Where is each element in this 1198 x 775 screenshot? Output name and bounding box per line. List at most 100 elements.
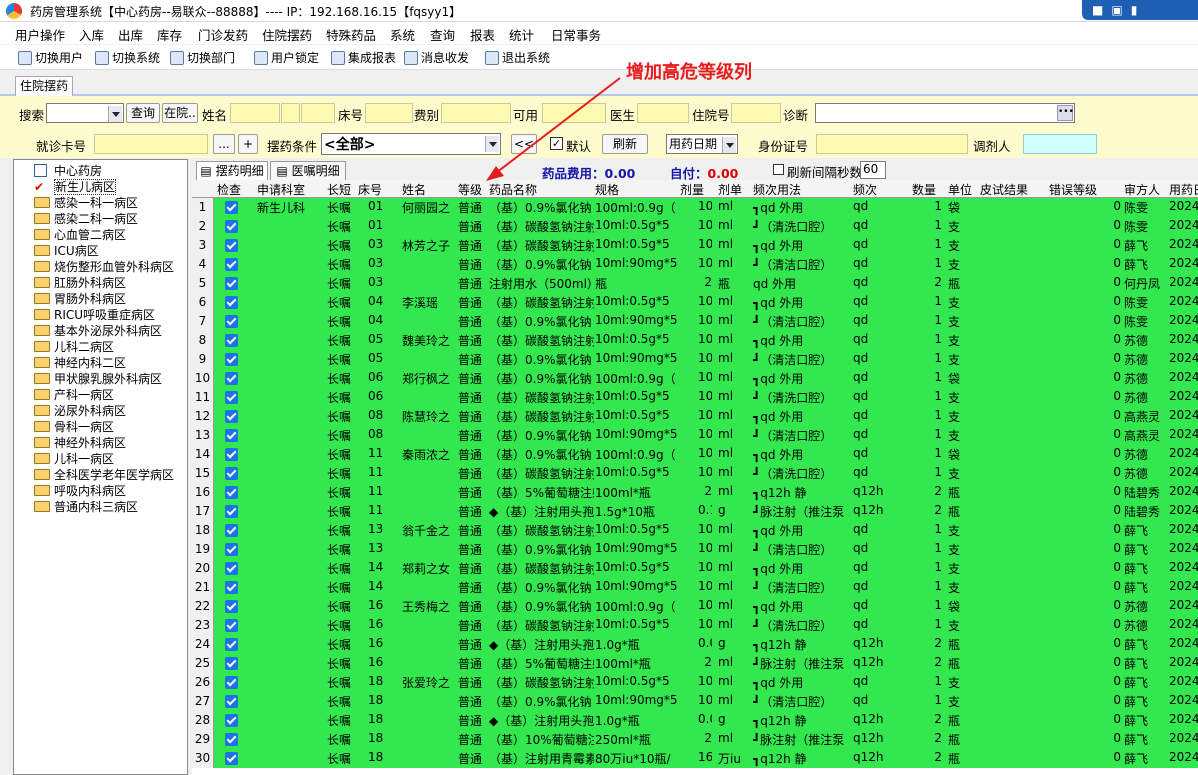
row-checkbox[interactable] bbox=[225, 239, 238, 252]
name-input[interactable] bbox=[230, 103, 280, 123]
row-checkbox[interactable] bbox=[225, 220, 238, 233]
refresh-interval-input[interactable]: 60 bbox=[860, 161, 886, 179]
ellipsis-button[interactable]: ... bbox=[213, 134, 235, 154]
table-row[interactable]: 26 长嘱 18 张爱玲之 普通 （基）碳酸氢钠注射 10ml:0.5g*5 10 ml ┓qd … bbox=[192, 673, 1198, 692]
column-header[interactable]: 剂量 bbox=[680, 181, 704, 198]
table-row[interactable]: 27 长嘱 18 普通 （基）0.9%氯化钠 10ml:90mg*5 10 ml ┛（清洁口腔）… bbox=[192, 692, 1198, 711]
row-checkbox[interactable] bbox=[225, 296, 238, 309]
row-checkbox[interactable] bbox=[225, 752, 238, 765]
tree-item[interactable]: 烧伤整形血管外科病区 bbox=[34, 258, 174, 275]
menu-item[interactable]: 住院摆药 bbox=[262, 25, 312, 44]
toolbar-button[interactable]: 切换系统 bbox=[95, 49, 160, 66]
table-row[interactable]: 13 长嘱 08 普通 （基）0.9%氯化钠 10ml:90mg*5 10 ml ┛（清洁口腔）… bbox=[192, 426, 1198, 445]
row-checkbox[interactable] bbox=[225, 638, 238, 651]
table-row[interactable]: 7 长嘱 04 普通 （基）0.9%氯化钠 10ml:90mg*5 10 ml ┛（清洁口腔） q… bbox=[192, 312, 1198, 331]
row-checkbox[interactable] bbox=[225, 524, 238, 537]
chevron-down-icon[interactable] bbox=[108, 106, 122, 122]
column-header[interactable]: 姓名 bbox=[402, 181, 426, 198]
row-checkbox[interactable] bbox=[225, 600, 238, 613]
menu-item[interactable]: 库存 bbox=[157, 25, 182, 44]
signal-icon[interactable]: ▮ bbox=[1131, 3, 1146, 17]
row-checkbox[interactable] bbox=[225, 448, 238, 461]
table-row[interactable]: 3 长嘱 03 林芳之子 普通 （基）碳酸氢钠注射 10ml:0.5g*5 10 ml ┓qd 外… bbox=[192, 236, 1198, 255]
toolbar-button[interactable]: 消息收发 bbox=[404, 49, 469, 66]
row-checkbox[interactable] bbox=[225, 277, 238, 290]
idcard-input[interactable] bbox=[816, 134, 968, 154]
table-row[interactable]: 23 长嘱 16 普通 （基）碳酸氢钠注射 10ml:0.5g*5 10 ml ┛（清洗口腔） q… bbox=[192, 616, 1198, 635]
table-row[interactable]: 16 长嘱 11 普通 （基）5%葡萄糖注射 100ml*瓶 2 ml ┓q12h 静 q12h 2… bbox=[192, 483, 1198, 502]
tree-item[interactable]: 胃肠外科病区 bbox=[34, 290, 126, 307]
row-checkbox[interactable] bbox=[225, 505, 238, 518]
toolbar-button[interactable]: 切换部门 bbox=[170, 49, 235, 66]
column-header[interactable]: 检查 bbox=[217, 181, 241, 198]
query-button[interactable]: 查询 bbox=[126, 103, 160, 123]
tab-order-detail[interactable]: ▤ 医嘱明细 bbox=[270, 161, 346, 181]
table-row[interactable]: 1 新生儿科 长嘱 01 何丽园之 普通 （基）0.9%氯化钠 100ml:0.9g（ 10 ml… bbox=[192, 198, 1198, 217]
column-header[interactable]: 长短 bbox=[327, 181, 351, 198]
row-checkbox[interactable] bbox=[225, 486, 238, 499]
table-row[interactable]: 6 长嘱 04 李溪瑶 普通 （基）碳酸氢钠注射 10ml:0.5g*5 10 ml ┓qd 外用… bbox=[192, 293, 1198, 312]
column-header[interactable]: 申请科室 bbox=[257, 181, 305, 198]
row-checkbox[interactable] bbox=[225, 467, 238, 480]
table-row[interactable]: 25 长嘱 16 普通 （基）5%葡萄糖注射 100ml*瓶 2 ml ┛脉注射（推注泵 q12h… bbox=[192, 654, 1198, 673]
tree-item[interactable]: 骨科一病区 bbox=[34, 418, 114, 435]
row-checkbox[interactable] bbox=[225, 676, 238, 689]
system-tray[interactable]: ■▣▮ bbox=[1082, 0, 1198, 20]
tree-item[interactable]: RICU呼吸重症病区 bbox=[34, 306, 155, 323]
row-checkbox[interactable] bbox=[225, 334, 238, 347]
toolbar-button[interactable]: 退出系统 bbox=[485, 49, 550, 66]
row-checkbox[interactable] bbox=[225, 391, 238, 404]
tree-item[interactable]: 泌尿外科病区 bbox=[34, 402, 126, 419]
tab-dispense-detail[interactable]: ▤ 摆药明细 bbox=[196, 161, 268, 181]
table-row[interactable]: 11 长嘱 06 普通 （基）碳酸氢钠注射 10ml:0.5g*5 10 ml ┛（清洗口腔） q… bbox=[192, 388, 1198, 407]
table-row[interactable]: 5长嘱03普通注射用水（500ml）瓶2瓶qd 外用qd2瓶0何丹凤20240 bbox=[192, 274, 1198, 293]
row-checkbox[interactable] bbox=[225, 258, 238, 271]
inpatient-no-input[interactable] bbox=[731, 103, 781, 123]
column-header[interactable]: 用药日 bbox=[1169, 181, 1198, 198]
row-checkbox[interactable] bbox=[225, 201, 238, 214]
tab-inpatient-dispense[interactable]: 住院摆药 bbox=[15, 76, 73, 96]
row-checkbox[interactable] bbox=[225, 429, 238, 442]
tree-item[interactable]: 肛肠外科病区 bbox=[34, 274, 126, 291]
row-checkbox[interactable] bbox=[225, 562, 238, 575]
table-row[interactable]: 29 长嘱 18 普通 （基）10%葡萄糖注射250ml*瓶 2 ml ┛脉注射（推注泵 q12… bbox=[192, 730, 1198, 749]
tree-item[interactable]: 儿科二病区 bbox=[34, 338, 114, 355]
row-checkbox[interactable] bbox=[225, 315, 238, 328]
column-header[interactable]: 错误等级 bbox=[1049, 181, 1097, 198]
menu-item[interactable]: 报表 bbox=[470, 25, 495, 44]
menu-item[interactable]: 日常事务 bbox=[551, 25, 601, 44]
name-input-2[interactable] bbox=[281, 103, 300, 123]
table-row[interactable]: 21 长嘱 14 普通 （基）0.9%氯化钠 10ml:90mg*5 10 ml ┛（清洁口腔）… bbox=[192, 578, 1198, 597]
column-header[interactable]: 频次 bbox=[853, 181, 877, 198]
more-icon[interactable]: ••• bbox=[1057, 105, 1074, 121]
table-row[interactable]: 15 长嘱 11 普通 （基）碳酸氢钠注射 10ml:0.5g*5 10 ml ┛（清洗口腔） q… bbox=[192, 464, 1198, 483]
tree-item[interactable]: 神经内科二区 bbox=[34, 354, 126, 371]
table-row[interactable]: 18 长嘱 13 翁千金之 普通 （基）碳酸氢钠注射 10ml:0.5g*5 10 ml ┓qd … bbox=[192, 521, 1198, 540]
menu-item[interactable]: 查询 bbox=[430, 25, 455, 44]
name-input-3[interactable] bbox=[301, 103, 335, 123]
plus-button[interactable]: + bbox=[238, 134, 258, 154]
refresh-interval-checkbox[interactable] bbox=[773, 164, 784, 175]
bed-input[interactable] bbox=[365, 103, 413, 123]
inhospital-button[interactable]: 在院.. bbox=[162, 103, 198, 123]
table-row[interactable]: 22 长嘱 16 王秀梅之 普通 （基）0.9%氯化钠 100ml:0.9g（ 10 ml ┓qd… bbox=[192, 597, 1198, 616]
row-checkbox[interactable] bbox=[225, 372, 238, 385]
table-row[interactable]: 10 长嘱 06 郑行枫之 普通 （基）0.9%氯化钠 100ml:0.9g（ 10 ml ┓qd… bbox=[192, 369, 1198, 388]
date-type-select[interactable]: 用药日期 bbox=[666, 134, 738, 154]
tree-item[interactable]: 呼吸内科病区 bbox=[34, 482, 126, 499]
row-checkbox[interactable] bbox=[225, 695, 238, 708]
tree-item[interactable]: 神经外科病区 bbox=[34, 434, 126, 451]
column-header[interactable]: 皮试结果 bbox=[980, 181, 1028, 198]
dispenser-input[interactable] bbox=[1023, 134, 1097, 154]
menu-item[interactable]: 门诊发药 bbox=[198, 25, 248, 44]
tree-item[interactable]: 产科一病区 bbox=[34, 386, 114, 403]
menu-item[interactable]: 用户操作 bbox=[15, 25, 65, 44]
toolbar-button[interactable]: 集成报表 bbox=[331, 49, 396, 66]
column-header[interactable]: 频次用法 bbox=[753, 181, 801, 198]
menu-item[interactable]: 统计 bbox=[509, 25, 534, 44]
visit-card-input[interactable] bbox=[94, 134, 208, 154]
lock-icon[interactable]: ▣ bbox=[1111, 3, 1130, 17]
tree-item[interactable]: 感染二科一病区 bbox=[34, 210, 138, 227]
table-row[interactable]: 9 长嘱 05 普通 （基）0.9%氯化钠 10ml:90mg*5 10 ml ┛（清洁口腔） q… bbox=[192, 350, 1198, 369]
row-checkbox[interactable] bbox=[225, 353, 238, 366]
